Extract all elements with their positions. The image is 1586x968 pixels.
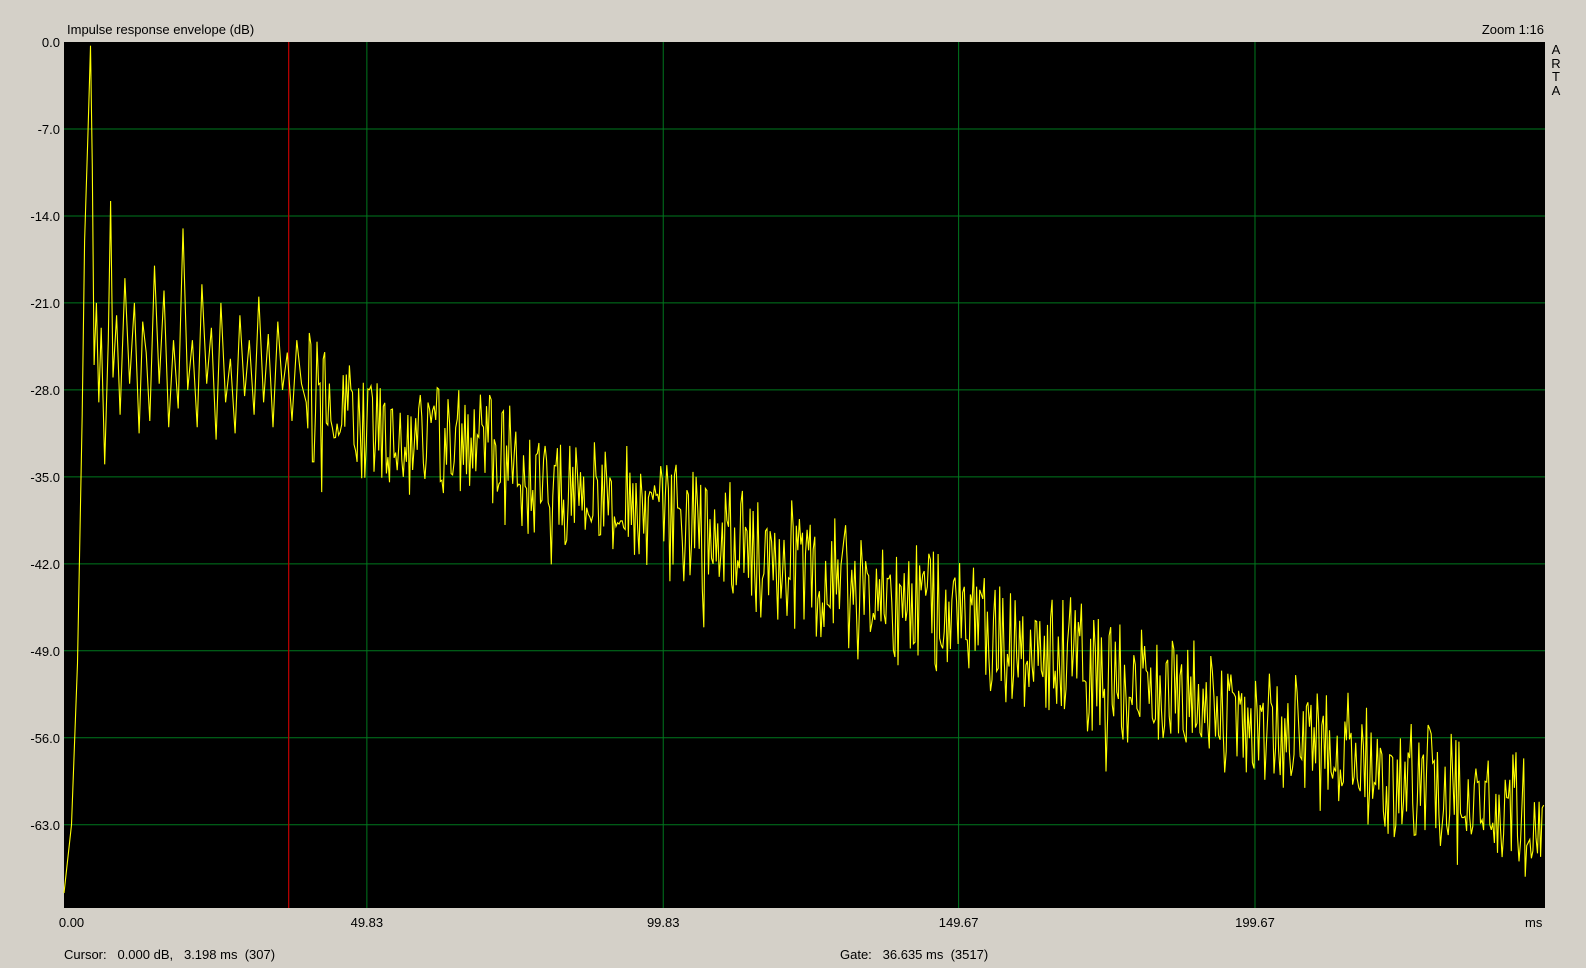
gate-sample: (3517) xyxy=(950,947,989,962)
cursor-ms: 3.198 ms xyxy=(183,947,238,962)
x-tick-label: 49.83 xyxy=(350,915,384,930)
plot-area[interactable] xyxy=(64,42,1545,908)
cursor-db: 0.000 dB, xyxy=(117,947,174,962)
gate-ms: 36.635 ms xyxy=(882,947,944,962)
gate-readout: Gate: 36.635 ms (3517) xyxy=(840,947,988,962)
cursor-label: Cursor: xyxy=(64,947,107,962)
x-tick-label: 149.67 xyxy=(938,915,979,930)
impulse-envelope-plot[interactable] xyxy=(0,0,1586,968)
cursor-readout: Cursor: 0.000 dB, 3.198 ms (307) xyxy=(64,947,275,962)
y-tick-label: -35.0 xyxy=(30,469,60,485)
y-tick-label: -49.0 xyxy=(30,643,60,659)
cursor-sample: (307) xyxy=(244,947,276,962)
y-tick-label: -21.0 xyxy=(30,295,60,311)
gate-label: Gate: xyxy=(840,947,872,962)
x-tick-label: 199.67 xyxy=(1235,915,1275,930)
x-axis-unit: ms xyxy=(1525,915,1543,930)
y-tick-label: -14.0 xyxy=(30,208,60,224)
x-tick-label: 99.83 xyxy=(646,915,680,930)
x-tick-label: 0.00 xyxy=(58,915,85,930)
y-tick-label: -63.0 xyxy=(30,817,60,833)
y-tick-label: 0.0 xyxy=(41,35,60,50)
y-tick-label: -42.0 xyxy=(30,556,60,572)
y-tick-label: -7.0 xyxy=(37,121,60,137)
y-tick-label: -56.0 xyxy=(30,730,60,746)
y-tick-label: -28.0 xyxy=(30,382,60,398)
